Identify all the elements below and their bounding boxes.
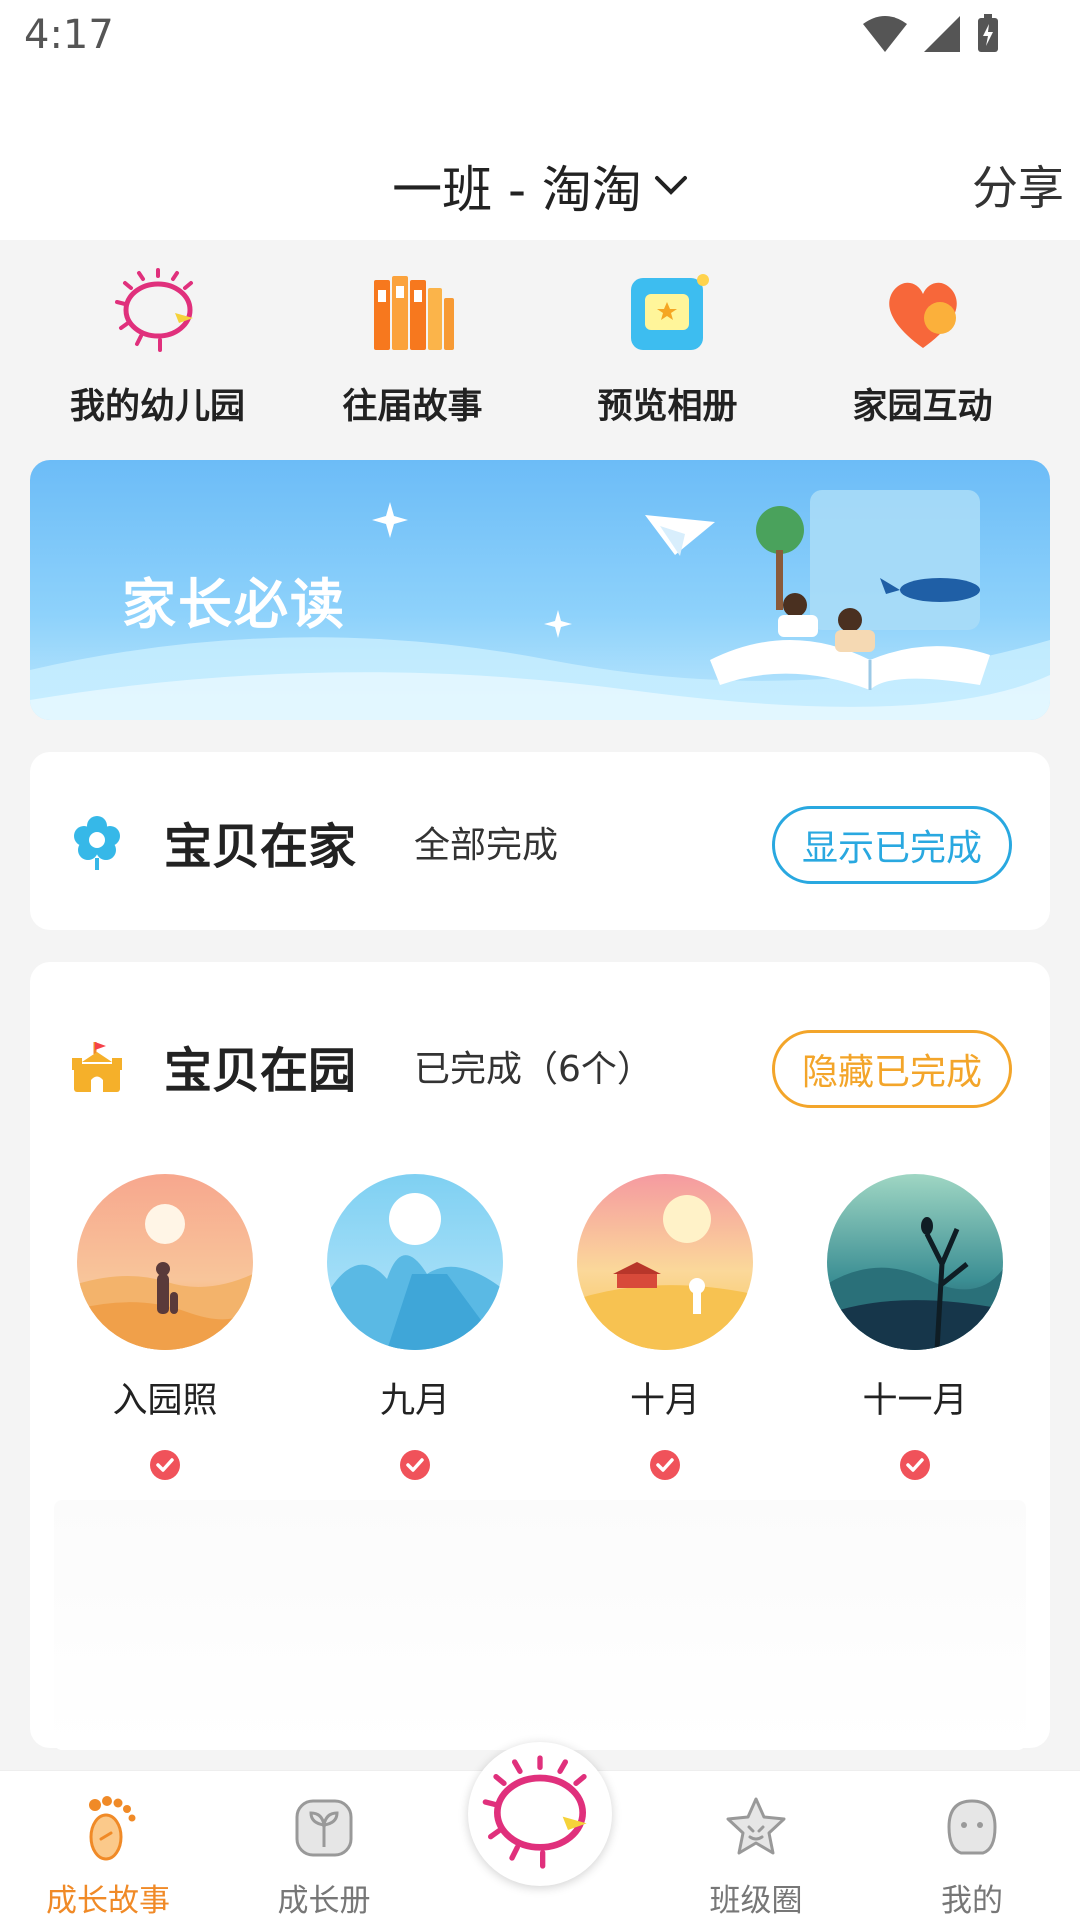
center-logo-button[interactable] [468,1742,612,1886]
heart-chat-icon [888,282,957,348]
chevron-down-icon [654,176,687,195]
month-label: 十一月 [862,1381,968,1421]
quick-link-kindergarten[interactable]: 我的幼儿园 [30,268,285,438]
tab-label: 成长册 [277,1883,371,1919]
quick-link-past-stories[interactable]: 往届故事 [285,268,540,438]
star-face-icon [726,1797,786,1855]
quick-link-label: 往届故事 [342,387,483,427]
album-icon [630,274,709,350]
october-thumbnail [577,1174,753,1350]
castle-icon [72,1042,122,1092]
hide-completed-button[interactable]: 隐藏已完成 [772,1030,1012,1108]
november-thumbnail [827,1174,1003,1350]
wifi-icon [863,16,907,52]
footprint-icon [89,1796,136,1861]
section-status: 全部完成 [414,825,559,866]
share-button[interactable]: 分享 [972,152,1064,218]
home-section-header: 宝贝在家 全部完成 显示已完成 [72,802,1012,884]
quick-link-label: 预览相册 [597,387,738,427]
tab-label: 班级圈 [709,1883,803,1919]
check-icon [900,1450,930,1480]
banner-title: 家长必读 [122,573,346,636]
month-label: 十月 [629,1381,700,1421]
kindergarten-logo-icon [114,268,193,352]
show-completed-button[interactable]: 显示已完成 [772,806,1012,884]
profile-icon [947,1799,997,1855]
quick-link-label: 我的幼儿园 [69,387,245,427]
top-bar: 一班 - 淘淘 分享 [0,72,1080,240]
month-label: 入园照 [112,1381,218,1421]
quick-links: 我的幼儿园 往届故事 预览相册 家园互动 [0,268,1080,438]
class-child-selector[interactable]: 一班 - 淘淘 [0,150,1080,222]
tab-growth-story[interactable]: 成长故事 [0,1771,216,1920]
garden-section-header: 宝贝在园 已完成（6个） 隐藏已完成 [72,1026,1012,1108]
september-thumbnail [327,1174,503,1350]
tab-label: 我的 [941,1883,1003,1919]
check-icon [650,1450,680,1480]
check-icon [400,1450,430,1480]
status-bar: 4:17 [0,0,1080,72]
tab-growth-book[interactable]: 成长册 [216,1771,432,1920]
battery-icon [978,14,998,52]
flower-icon [74,816,120,870]
signal-icon [924,16,960,52]
tab-label: 成长故事 [46,1883,170,1919]
quick-link-home-interaction[interactable]: 家园互动 [795,268,1050,438]
books-icon [373,276,454,350]
kindergarten-logo-icon [482,1755,587,1869]
tab-class-circle[interactable]: 班级圈 [648,1771,864,1920]
quick-link-preview-album[interactable]: 预览相册 [540,268,795,438]
content-placeholder [54,1500,1026,1750]
month-item-october[interactable]: 十月 [540,1174,790,1481]
quick-link-label: 家园互动 [852,387,993,427]
status-time: 4:17 [24,12,114,58]
month-label: 九月 [379,1381,450,1421]
month-item-september[interactable]: 九月 [290,1174,540,1481]
month-item-enroll-photo[interactable]: 入园照 [40,1174,290,1481]
month-list: 入园照 九月 十月 十一月 [40,1174,1040,1481]
status-icons [862,14,1000,54]
section-title: 宝贝在园 [164,1043,357,1099]
section-title: 宝贝在家 [164,819,357,875]
tab-mine[interactable]: 我的 [864,1771,1080,1920]
home-section-card: 宝贝在家 全部完成 显示已完成 [30,752,1050,930]
page-title: 一班 - 淘淘 [392,161,642,219]
enroll-photo-thumbnail [77,1174,253,1350]
check-icon [150,1450,180,1480]
section-status: 已完成（6个） [414,1049,653,1090]
month-item-november[interactable]: 十一月 [790,1174,1040,1481]
parent-must-read-banner[interactable]: 家长必读 [30,460,1050,720]
sprout-icon [295,1799,353,1857]
